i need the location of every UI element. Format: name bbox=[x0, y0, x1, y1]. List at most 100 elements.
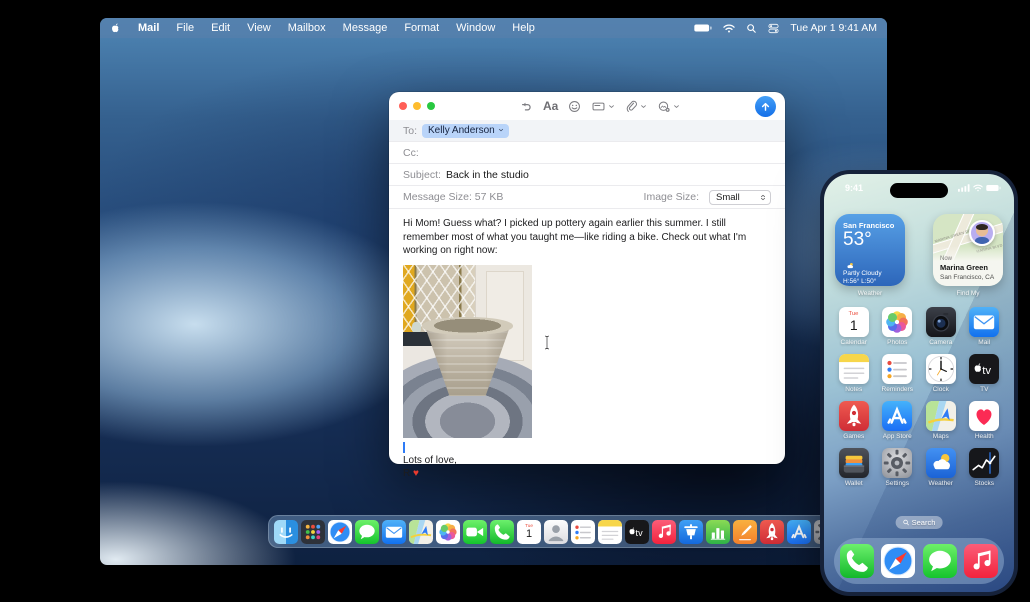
iphone-app-settings[interactable]: Settings bbox=[877, 448, 917, 487]
dock-item-games[interactable] bbox=[760, 519, 784, 544]
weather-icon bbox=[926, 448, 956, 478]
iphone-app-health[interactable]: Health bbox=[964, 401, 1004, 440]
weather-temperature: 53° bbox=[843, 229, 872, 250]
iphone-app-stocks[interactable]: Stocks bbox=[964, 448, 1004, 487]
maps-icon bbox=[409, 520, 433, 544]
dock-item-maps[interactable] bbox=[409, 519, 433, 544]
shelf-ceramic bbox=[412, 321, 422, 332]
menu-status-area: Tue Apr 1 9:41 AM bbox=[694, 22, 877, 34]
dock-item-photos[interactable] bbox=[436, 519, 460, 544]
iphone-dock-safari[interactable] bbox=[881, 544, 916, 578]
dock-item-notes[interactable] bbox=[598, 519, 622, 544]
image-size-select[interactable]: Small bbox=[709, 189, 771, 205]
iphone-app-camera[interactable]: Camera bbox=[921, 307, 961, 346]
findmy-time: Now bbox=[940, 256, 953, 262]
minimize-window-button[interactable] bbox=[413, 102, 421, 110]
recipient-token[interactable]: Kelly Anderson bbox=[422, 123, 509, 138]
spotlight-search-pill[interactable]: Search bbox=[895, 516, 943, 529]
finder-icon bbox=[274, 520, 298, 544]
iphone-dock-music[interactable] bbox=[963, 544, 998, 578]
close-window-button[interactable] bbox=[399, 102, 407, 110]
control-center-icon[interactable] bbox=[768, 23, 779, 34]
menu-item-file[interactable]: File bbox=[176, 22, 194, 34]
dock-item-pages[interactable] bbox=[733, 519, 757, 544]
menu-item-mailbox[interactable]: Mailbox bbox=[288, 22, 326, 34]
iphone-app-clock[interactable]: Clock bbox=[921, 354, 961, 393]
attach-file-button[interactable] bbox=[625, 100, 647, 113]
menu-item-format[interactable]: Format bbox=[404, 22, 439, 34]
dock-item-facetime[interactable] bbox=[463, 519, 487, 544]
dock-item-phone[interactable] bbox=[490, 519, 514, 544]
apple-menu-icon[interactable] bbox=[110, 21, 122, 35]
search-label: Search bbox=[911, 518, 936, 527]
facetime-icon bbox=[463, 520, 487, 544]
dock-item-keynote[interactable] bbox=[679, 519, 703, 544]
iphone: 9:41 San Francisco 53° Partly Cloudy H:5… bbox=[820, 170, 1018, 596]
findmy-widget-label: Find My bbox=[956, 290, 980, 297]
menu-item-help[interactable]: Help bbox=[512, 22, 535, 34]
dock-item-calendar[interactable]: Tue 1 bbox=[517, 519, 541, 544]
wifi-icon[interactable] bbox=[723, 24, 735, 33]
dock-item-numbers[interactable] bbox=[706, 519, 730, 544]
iphone-app-weather[interactable]: Weather bbox=[921, 448, 961, 487]
dock-item-safari[interactable] bbox=[328, 519, 352, 544]
dynamic-island bbox=[890, 183, 948, 198]
keynote-icon bbox=[679, 520, 703, 544]
dock-item-reminders[interactable] bbox=[571, 519, 595, 544]
menu-item-window[interactable]: Window bbox=[456, 22, 495, 34]
battery-icon[interactable] bbox=[694, 24, 712, 32]
dock-item-tv[interactable] bbox=[625, 519, 649, 544]
subject-field[interactable]: Subject: Back in the studio bbox=[389, 164, 785, 186]
iphone-app-wallet[interactable]: Wallet bbox=[834, 448, 874, 487]
message-body[interactable]: Hi Mom! Guess what? I picked up pottery … bbox=[389, 209, 785, 481]
notes-icon bbox=[598, 520, 622, 544]
zoom-window-button[interactable] bbox=[427, 102, 435, 110]
iphone-dock-messages[interactable] bbox=[922, 544, 957, 578]
iphone-app-games[interactable]: Games bbox=[834, 401, 874, 440]
menu-item-message[interactable]: Message bbox=[343, 22, 388, 34]
mail-compose-window: Aa To: Kelly Anderson Cc: Subject: Back … bbox=[389, 92, 785, 479]
pottery-attachment-image[interactable] bbox=[403, 264, 532, 438]
iphone-app-reminders[interactable]: Reminders bbox=[877, 354, 917, 393]
to-field[interactable]: To: Kelly Anderson bbox=[389, 120, 785, 142]
insert-photo-button[interactable] bbox=[657, 100, 680, 113]
iphone-app-tv[interactable]: TV bbox=[964, 354, 1004, 393]
iphone-dock-phone[interactable] bbox=[840, 544, 874, 578]
iphone-app-maps[interactable]: Maps bbox=[921, 401, 961, 440]
send-button[interactable] bbox=[755, 96, 776, 117]
iphone-app-app-store[interactable]: App Store bbox=[877, 401, 917, 440]
battery-icon bbox=[986, 184, 1001, 192]
find-my-widget[interactable]: MARINA GREEN DR MARINA BLVD Now Marina G… bbox=[933, 214, 1003, 286]
text-insertion-caret bbox=[403, 441, 405, 453]
dock-item-app-store[interactable] bbox=[787, 519, 811, 544]
heart-icon: ♥ bbox=[413, 468, 419, 479]
games-icon bbox=[839, 401, 869, 431]
iphone-dock bbox=[834, 538, 1004, 584]
header-fields-button[interactable] bbox=[591, 100, 615, 113]
camera-icon bbox=[926, 307, 956, 337]
wallet-icon bbox=[839, 448, 869, 478]
iphone-app-calendar[interactable]: Tue 1 Calendar bbox=[834, 307, 874, 346]
dock-item-launchpad[interactable] bbox=[301, 519, 325, 544]
iphone-app-notes[interactable]: Notes bbox=[834, 354, 874, 393]
dock-item-contacts[interactable] bbox=[544, 519, 568, 544]
format-text-button[interactable]: Aa bbox=[543, 99, 558, 113]
emoji-button[interactable] bbox=[568, 100, 581, 113]
signature-line-2: R ♥ bbox=[403, 468, 419, 479]
search-icon[interactable] bbox=[746, 23, 757, 34]
menu-item-view[interactable]: View bbox=[247, 22, 271, 34]
iphone-app-photos[interactable]: Photos bbox=[877, 307, 917, 346]
weather-widget[interactable]: San Francisco 53° Partly Cloudy H:56° L:… bbox=[835, 214, 905, 286]
iphone-app-mail[interactable]: Mail bbox=[964, 307, 1004, 346]
dock-item-mail[interactable] bbox=[382, 519, 406, 544]
menu-item-edit[interactable]: Edit bbox=[211, 22, 230, 34]
cc-field[interactable]: Cc: bbox=[389, 142, 785, 164]
dock-item-music[interactable] bbox=[652, 519, 676, 544]
signal-icon bbox=[958, 184, 970, 192]
undo-button[interactable] bbox=[519, 99, 533, 113]
safari-icon bbox=[881, 544, 915, 578]
menu-item-mail[interactable]: Mail bbox=[138, 22, 159, 34]
dock-item-finder[interactable] bbox=[274, 519, 298, 544]
dock-item-messages[interactable] bbox=[355, 519, 379, 544]
menu-clock[interactable]: Tue Apr 1 9:41 AM bbox=[790, 22, 877, 34]
